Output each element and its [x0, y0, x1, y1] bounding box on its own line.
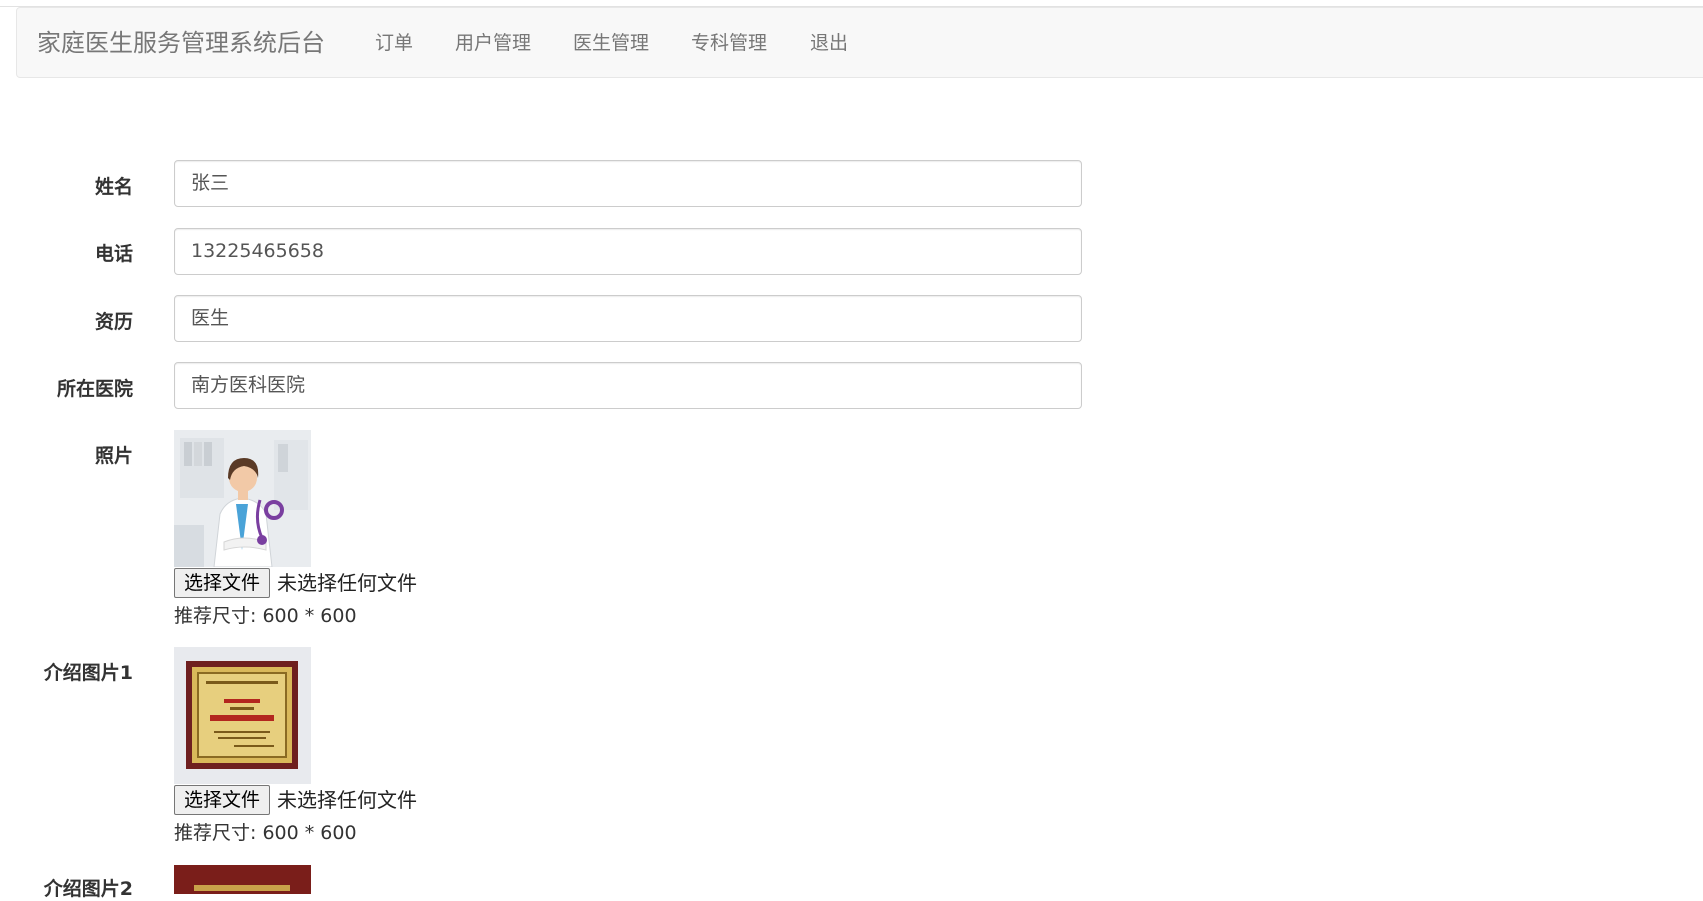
- app-brand[interactable]: 家庭医生服务管理系统后台: [37, 8, 325, 79]
- intro-image-1-file-status: 未选择任何文件: [277, 788, 417, 812]
- intro-image-2-label: 介绍图片2: [43, 878, 133, 900]
- hospital-input[interactable]: 南方医科医院: [174, 362, 1082, 409]
- nav-doctor-management[interactable]: 医生管理: [573, 8, 649, 79]
- photo-size-hint: 推荐尺寸: 600 * 600: [174, 605, 357, 627]
- nav-orders[interactable]: 订单: [375, 8, 413, 79]
- phone-input[interactable]: 13225465658: [174, 228, 1082, 275]
- phone-label: 电话: [94, 243, 133, 265]
- photo-choose-file-button[interactable]: 选择文件: [174, 568, 271, 598]
- nav-specialty-management[interactable]: 专科管理: [691, 8, 767, 79]
- intro-image-1-size-hint: 推荐尺寸: 600 * 600: [174, 822, 357, 844]
- intro-image-1-choose-file-button[interactable]: 选择文件: [174, 785, 271, 815]
- intro-image-1-label: 介绍图片1: [43, 662, 133, 684]
- qualification-label: 资历: [94, 311, 133, 333]
- doctor-photo-thumbnail: [174, 430, 311, 567]
- top-navbar: 家庭医生服务管理系统后台 订单 用户管理 医生管理 专科管理 退出: [16, 7, 1703, 78]
- nav-logout[interactable]: 退出: [810, 8, 848, 79]
- intro-image-1-thumbnail: [174, 647, 311, 784]
- photo-file-status: 未选择任何文件: [277, 571, 417, 595]
- name-label: 姓名: [94, 176, 133, 198]
- intro-image-2-thumbnail: [174, 865, 311, 894]
- photo-label: 照片: [94, 445, 133, 467]
- hospital-label: 所在医院: [56, 378, 133, 400]
- qualification-input[interactable]: 医生: [174, 295, 1082, 342]
- name-input[interactable]: 张三: [174, 160, 1082, 207]
- nav-user-management[interactable]: 用户管理: [455, 8, 531, 79]
